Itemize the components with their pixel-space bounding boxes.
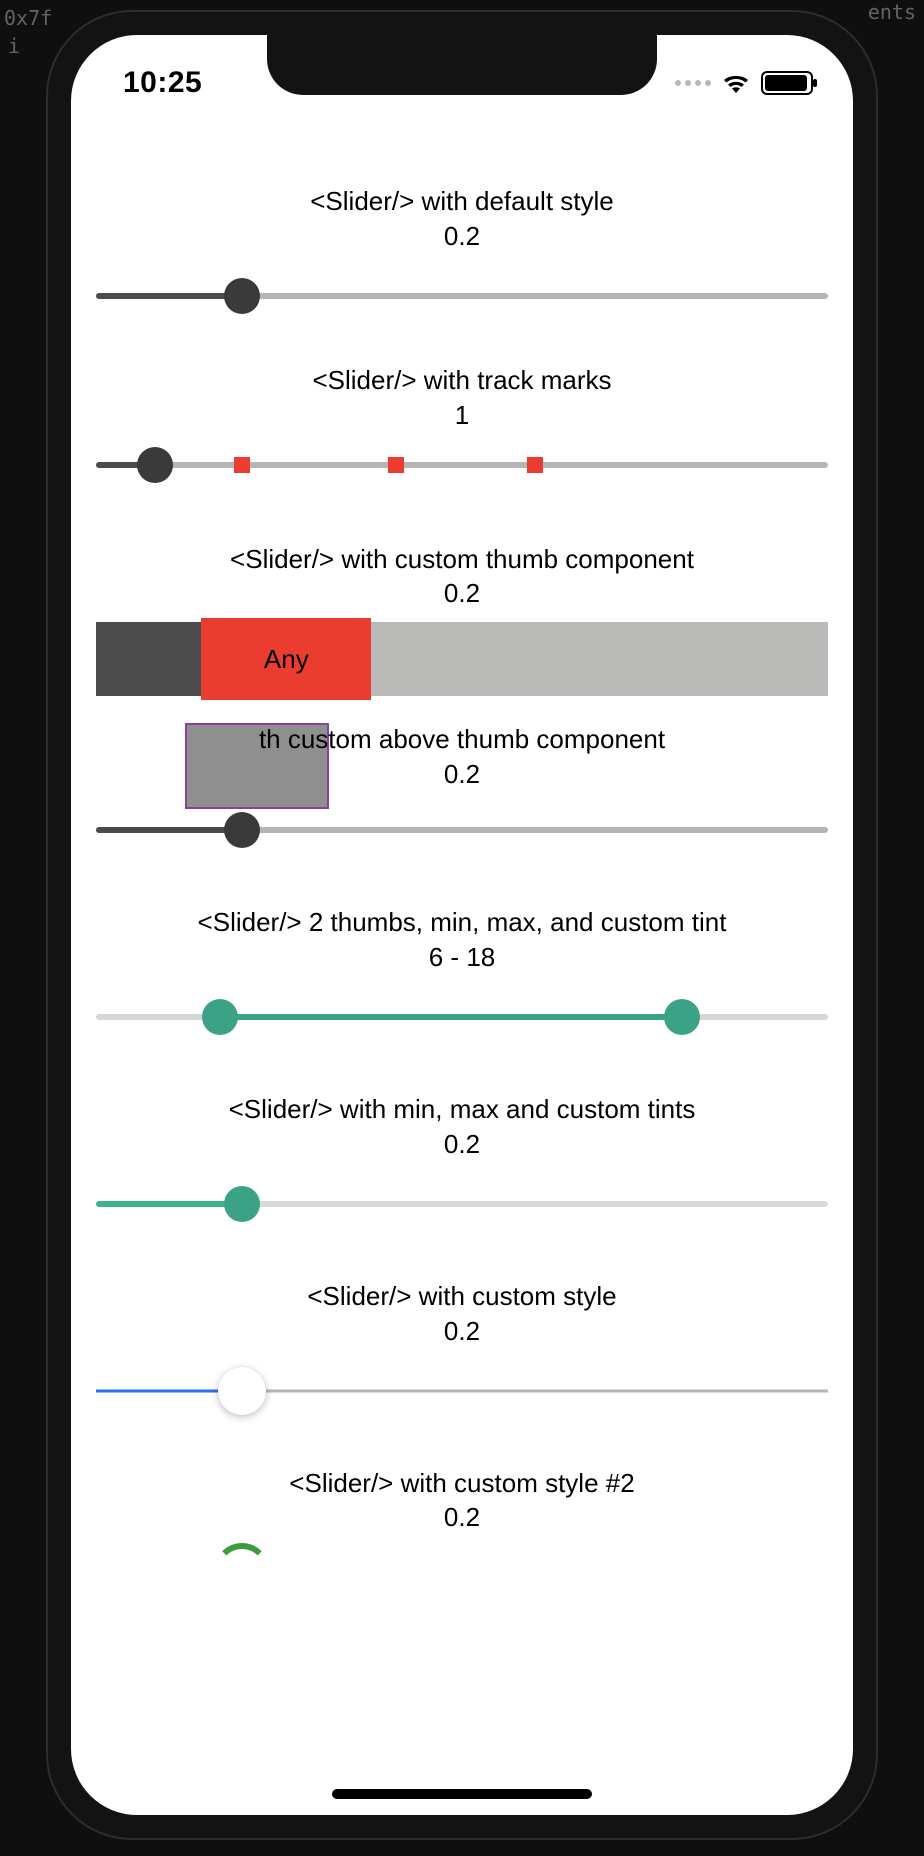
slider-value: 1: [96, 400, 828, 431]
slider-thumb-custom[interactable]: Any: [201, 618, 371, 700]
thumb-label: Any: [264, 644, 309, 675]
arc-icon: [214, 1543, 270, 1599]
slider-default[interactable]: [96, 276, 828, 316]
slider-marks[interactable]: [96, 445, 828, 485]
notch: [267, 35, 657, 95]
track-fill: [96, 1201, 242, 1207]
bg-i: i: [8, 34, 20, 58]
content-scroll[interactable]: <Slider/> with default style 0.2 <Slider…: [71, 145, 853, 1815]
slider-value: 0.2: [96, 221, 828, 252]
slider-value: 0.2: [96, 1129, 828, 1160]
slider-green-tint[interactable]: [96, 1184, 828, 1224]
track-fill: [96, 293, 242, 299]
track-mark: [527, 457, 543, 473]
track-fill: [220, 1014, 681, 1020]
slider-thumb[interactable]: [224, 1186, 260, 1222]
slider-title: <Slider/> with custom style #2: [96, 1467, 828, 1501]
slider-value: 0.2: [96, 1316, 828, 1347]
slider-title: <Slider/> with custom style: [96, 1280, 828, 1314]
slider-example-marks: <Slider/> with track marks 1: [96, 364, 828, 485]
slider-title: <Slider/> with custom thumb component: [96, 543, 828, 577]
battery-icon: [761, 71, 813, 95]
slider-big-thumb[interactable]: Any: [96, 619, 828, 699]
slider-range[interactable]: [96, 997, 828, 1037]
slider-example-green-tint: <Slider/> with min, max and custom tints…: [96, 1093, 828, 1224]
slider-example-custom-blue: <Slider/> with custom style 0.2: [96, 1280, 828, 1411]
slider-value: 0.2: [96, 1502, 828, 1533]
slider-title: <Slider/> with default style: [96, 185, 828, 219]
slider-custom-arc[interactable]: [96, 1543, 828, 1573]
phone-bezel: 10:25 <Slider/> with default s: [46, 10, 878, 1840]
slider-value: 6 - 18: [96, 942, 828, 973]
bg-ents: ents: [868, 0, 916, 24]
slider-thumb[interactable]: [224, 278, 260, 314]
slider-thumb[interactable]: [224, 812, 260, 848]
slider-thumb-high[interactable]: [664, 999, 700, 1035]
track-fill: [96, 827, 242, 833]
slider-title: <Slider/> 2 thumbs, min, max, and custom…: [96, 906, 828, 940]
status-time: 10:25: [123, 66, 202, 100]
slider-example-above-thumb: th custom above thumb component 0.2: [96, 723, 828, 850]
slider-thumb[interactable]: [137, 447, 173, 483]
track-mark: [234, 457, 250, 473]
bg-hex: 0x7f: [4, 6, 52, 30]
slider-thumb-low[interactable]: [202, 999, 238, 1035]
slider-custom-blue[interactable]: [96, 1371, 828, 1411]
cellular-dots-icon: [675, 80, 711, 86]
slider-example-big-thumb: <Slider/> with custom thumb component 0.…: [96, 543, 828, 700]
status-right: [675, 71, 813, 95]
slider-thumb[interactable]: [218, 1367, 266, 1415]
slider-example-default: <Slider/> with default style 0.2: [96, 185, 828, 316]
slider-title: <Slider/> with track marks: [96, 364, 828, 398]
track-bg: [96, 462, 828, 468]
home-indicator[interactable]: [332, 1789, 592, 1799]
slider-title: <Slider/> with min, max and custom tints: [96, 1093, 828, 1127]
slider-example-range: <Slider/> 2 thumbs, min, max, and custom…: [96, 906, 828, 1037]
slider-above-thumb[interactable]: [96, 810, 828, 850]
track-mark: [388, 457, 404, 473]
wifi-icon: [721, 72, 751, 94]
phone-screen: 10:25 <Slider/> with default s: [71, 35, 853, 1815]
slider-example-custom-arc: <Slider/> with custom style #2 0.2: [96, 1467, 828, 1574]
slider-value: 0.2: [96, 578, 828, 609]
slider-title: th custom above thumb component: [96, 723, 828, 757]
